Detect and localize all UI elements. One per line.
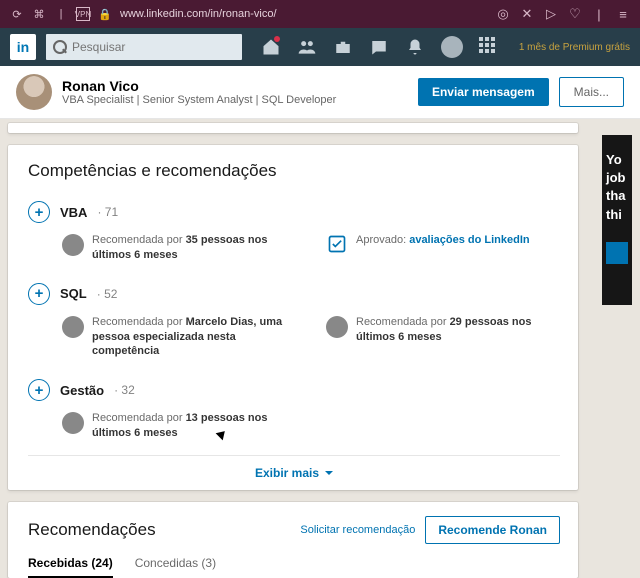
skill-name[interactable]: VBA (60, 205, 87, 220)
play-icon[interactable]: ▷ (544, 7, 558, 21)
heart-icon[interactable]: ♡ (568, 7, 582, 21)
more-button[interactable]: Mais... (559, 77, 624, 107)
jobs-icon[interactable] (333, 37, 353, 57)
endorse-button[interactable]: + (28, 379, 50, 401)
profile-bar: Ronan Vico VBA Specialist | Senior Syste… (0, 66, 640, 119)
check-icon (326, 233, 348, 255)
skill-name[interactable]: SQL (60, 286, 87, 301)
skill-rec-right: Recomendada por 29 pessoas nos últimos 6… (326, 315, 560, 360)
tab-received[interactable]: Recebidas (24) (28, 556, 113, 578)
extensions-icon[interactable]: ⌘ (32, 7, 46, 21)
recommender-avatar (62, 234, 84, 256)
network-icon[interactable] (297, 37, 317, 57)
skill-count: · 52 (97, 287, 118, 301)
me-avatar[interactable] (441, 36, 463, 58)
ask-recommendation-link[interactable]: Solicitar recomendação (300, 524, 415, 536)
sidebar-ad[interactable]: Yo job tha thi (602, 135, 632, 305)
skills-title: Competências e recomendações (28, 161, 560, 181)
skill-name[interactable]: Gestão (60, 383, 104, 398)
recommender-avatar (326, 316, 348, 338)
skill-rec-right: Aprovado: avaliações do LinkedIn (326, 233, 560, 263)
browser-chrome: ⟳ ⌘ | VPN 🔒 www.linkedin.com/in/ronan-vi… (0, 0, 640, 28)
profile-headline: VBA Specialist | Senior System Analyst |… (62, 94, 408, 106)
reload-icon[interactable]: ⟳ (10, 7, 24, 21)
message-button[interactable]: Enviar mensagem (418, 78, 549, 106)
skill-rec-left: Recomendada por 13 pessoas nos últimos 6… (62, 411, 560, 441)
notifications-icon[interactable] (405, 37, 425, 57)
shield-icon[interactable]: ◎ (496, 7, 510, 21)
content-area: Competências e recomendações + VBA · 71 … (0, 119, 640, 578)
profile-avatar[interactable] (16, 74, 52, 110)
linkedin-logo[interactable]: in (10, 34, 36, 60)
skill-count: · 32 (114, 383, 135, 397)
give-recommendation-button[interactable]: Recomende Ronan (425, 516, 560, 544)
skill-item: + VBA · 71 Recomendada por 35 pessoas no… (28, 195, 560, 277)
home-icon[interactable] (261, 37, 281, 57)
search-wrap (46, 34, 242, 60)
recommendations-card: Recomendações Solicitar recomendação Rec… (8, 502, 578, 578)
skill-count: · 71 (97, 205, 118, 219)
divider-icon: | (54, 7, 68, 21)
ad-cta[interactable] (606, 242, 628, 264)
vpn-icon[interactable]: VPN (76, 7, 90, 21)
show-more-button[interactable]: Exibir mais (28, 455, 560, 490)
aside: Yo job tha thi (592, 123, 628, 578)
recommendations-title: Recomendações (28, 520, 290, 540)
menu-icon[interactable]: ≡ (616, 7, 630, 21)
endorse-button[interactable]: + (28, 201, 50, 223)
recommender-avatar (62, 412, 84, 434)
apps-icon[interactable] (479, 37, 499, 57)
url-text[interactable]: www.linkedin.com/in/ronan-vico/ (120, 8, 277, 20)
divider2-icon: | (592, 7, 606, 21)
skill-item: + Gestão · 32 Recomendada por 13 pessoas… (28, 373, 560, 455)
prev-card-stub (8, 123, 578, 133)
skill-item: + SQL · 52 Recomendada por Marcelo Dias,… (28, 277, 560, 374)
recommender-avatar (62, 316, 84, 338)
linkedin-nav: in 1 mês de Premium grátis (0, 28, 640, 66)
lock-icon: 🔒 (98, 7, 112, 21)
cross-icon[interactable]: ✕ (520, 7, 534, 21)
endorse-button[interactable]: + (28, 283, 50, 305)
tab-given[interactable]: Concedidas (3) (135, 556, 216, 578)
profile-name: Ronan Vico (62, 78, 408, 94)
skill-rec-left: Recomendada por 35 pessoas nos últimos 6… (62, 233, 296, 263)
search-input[interactable] (46, 34, 242, 60)
messaging-icon[interactable] (369, 37, 389, 57)
skill-rec-left: Recomendada por Marcelo Dias, uma pessoa… (62, 315, 296, 360)
skills-card: Competências e recomendações + VBA · 71 … (8, 145, 578, 490)
premium-link[interactable]: 1 mês de Premium grátis (519, 42, 630, 53)
